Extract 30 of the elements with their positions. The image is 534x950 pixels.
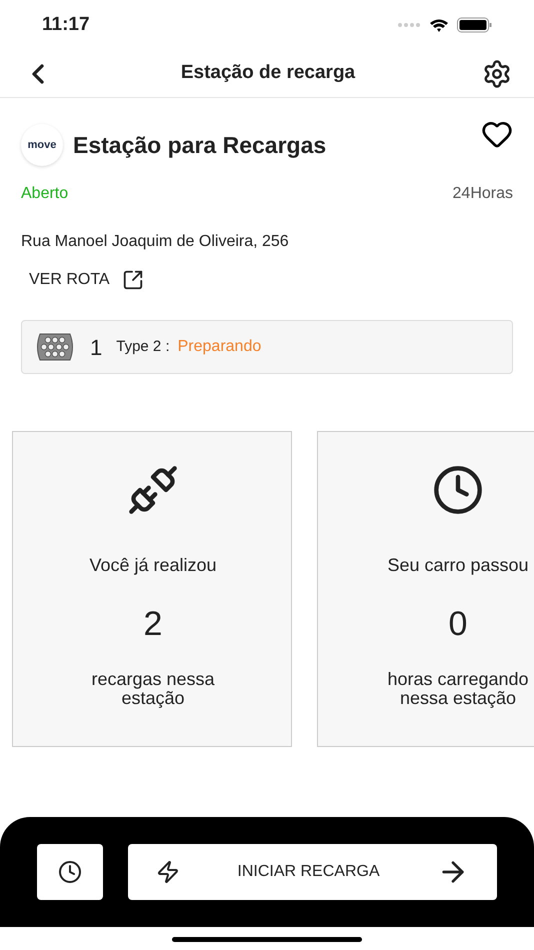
clock-icon xyxy=(58,860,82,884)
signal-icon xyxy=(397,22,421,28)
battery-icon xyxy=(457,17,492,33)
stat-value: 2 xyxy=(144,604,162,645)
open-status: Aberto xyxy=(21,184,68,204)
start-charging-button[interactable]: INICIAR RECARGA xyxy=(128,844,497,900)
route-link[interactable]: VER ROTA xyxy=(29,268,144,292)
external-link-icon xyxy=(122,269,144,291)
connector-type: Type 2 : xyxy=(116,336,170,357)
page-title: Estação de recarga xyxy=(180,61,356,86)
stat-value: 0 xyxy=(448,604,468,645)
plug-icon xyxy=(127,464,179,516)
lightning-icon xyxy=(156,860,180,884)
history-button[interactable] xyxy=(37,844,103,900)
station-address: Rua Manoel Joaquim de Oliveira, 256 xyxy=(21,232,290,252)
status-time: 11:17 xyxy=(42,12,90,37)
station-logo: move xyxy=(21,124,63,166)
stat-caption: recargas nessa estação xyxy=(90,670,216,708)
station-name: Estação para Recargas xyxy=(73,130,326,160)
opening-hours: 24Horas xyxy=(452,184,513,204)
stat-heading: Você já realizou xyxy=(89,554,217,577)
wifi-icon xyxy=(429,17,449,33)
settings-icon xyxy=(482,58,512,88)
connector-status: Preparando xyxy=(178,337,262,357)
stat-caption: horas carregando nessa estação xyxy=(386,670,530,708)
stat-heading: Seu carro passou xyxy=(387,554,529,577)
settings-button[interactable] xyxy=(482,58,512,88)
connector-count: 1 xyxy=(90,334,102,362)
connector-icon xyxy=(34,332,76,362)
clock-icon xyxy=(432,464,484,516)
